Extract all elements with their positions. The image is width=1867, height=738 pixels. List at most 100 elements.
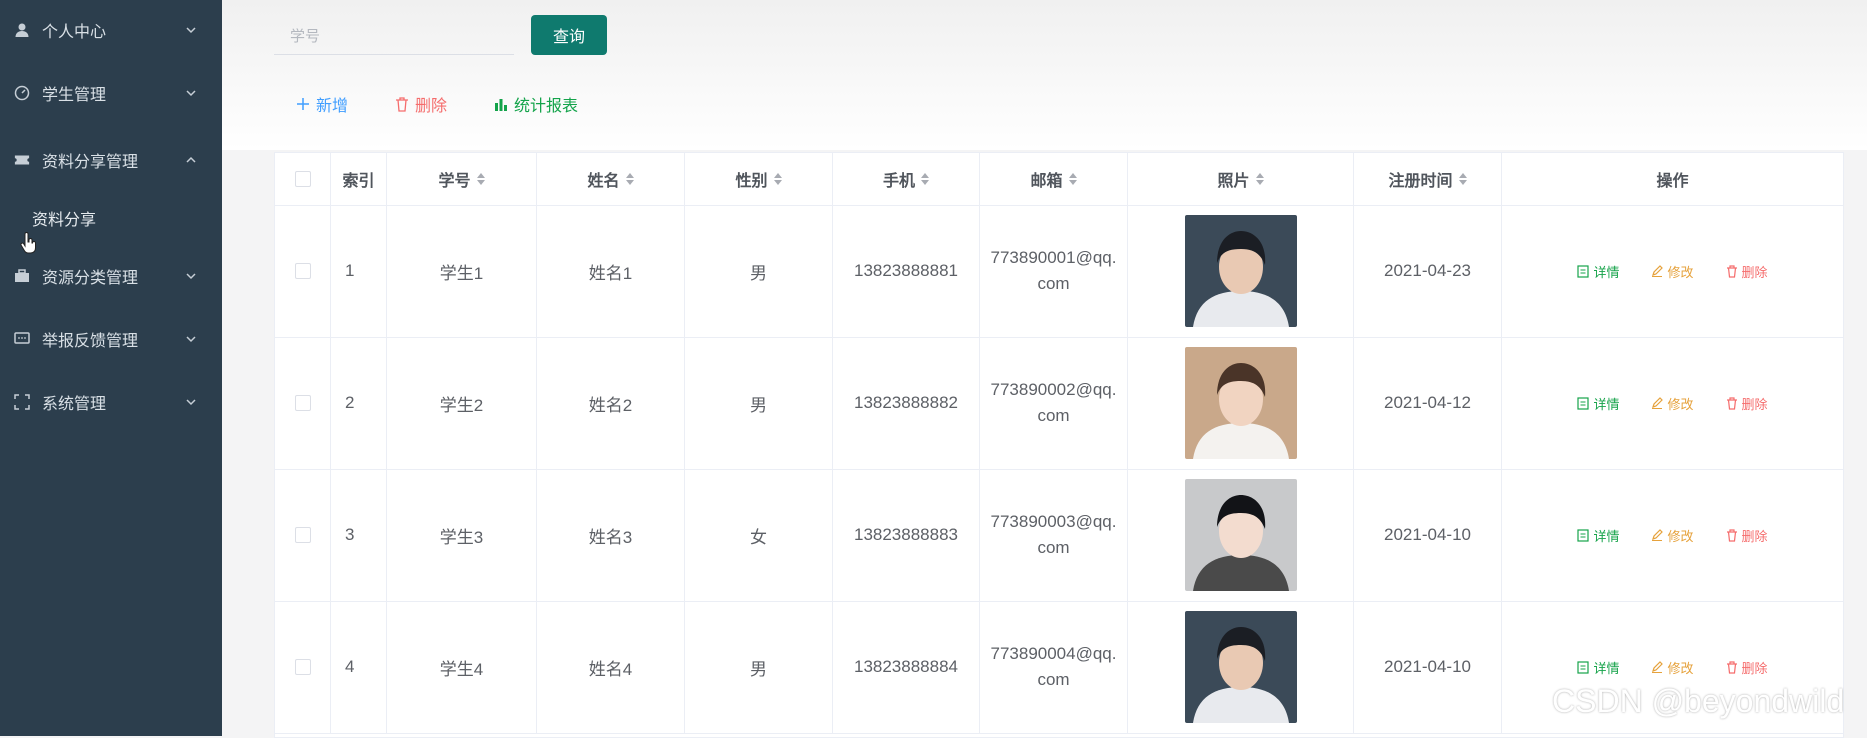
cell-email-text: 773890002@qq.com (990, 380, 1117, 425)
col-name[interactable]: 姓名 (537, 153, 685, 205)
row-checkbox[interactable] (294, 527, 311, 543)
sort-icon[interactable] (476, 173, 485, 185)
col-student-no-label: 学号 (438, 173, 471, 190)
trash-icon (1726, 660, 1737, 674)
detail-button[interactable]: 详情 (1577, 658, 1619, 677)
select-all-checkbox[interactable] (294, 171, 311, 187)
row-checkbox[interactable] (294, 659, 311, 675)
cell-student-no: 学生4 (387, 601, 537, 733)
sidebar-subitem-material-share[interactable]: 资料分享 (32, 206, 96, 230)
cell-photo (1128, 337, 1354, 469)
col-email[interactable]: 邮箱 (980, 153, 1128, 205)
cell-phone: 13823888881 (833, 205, 980, 337)
sort-icon[interactable] (1068, 173, 1077, 185)
col-gender-label: 性别 (735, 173, 768, 190)
row-select-cell (275, 601, 331, 733)
cell-student-no: 学生3 (387, 469, 537, 601)
col-name-label: 姓名 (587, 173, 620, 190)
detail-button[interactable]: 详情 (1577, 526, 1619, 545)
sort-icon[interactable] (921, 173, 929, 185)
detail-button[interactable]: 详情 (1577, 262, 1619, 281)
select-all-cell (275, 153, 331, 205)
delete-button-label: 删除 (1741, 660, 1768, 676)
delete-button[interactable]: 删除 (1726, 262, 1768, 281)
cell-gender: 男 (685, 205, 833, 337)
col-photo[interactable]: 照片 (1128, 153, 1354, 205)
col-operations-label: 操作 (1656, 173, 1689, 190)
sidebar-item-material-share-management[interactable]: 资料分享管理 (0, 138, 222, 182)
cell-name: 姓名4 (537, 601, 685, 733)
trash-icon (396, 96, 408, 112)
sort-icon[interactable] (1255, 173, 1264, 185)
sidebar-item-report-feedback-management[interactable]: 举报反馈管理 (0, 317, 222, 361)
chevron-down-icon (186, 273, 196, 280)
message-icon (14, 331, 30, 347)
edit-icon (1652, 397, 1664, 409)
cell-phone: 13823888882 (833, 337, 980, 469)
cell-email-text: 773890004@qq.com (990, 644, 1117, 689)
edit-button[interactable]: 修改 (1651, 526, 1694, 545)
row-select-cell (275, 205, 331, 337)
delete-button-label: 删除 (1741, 396, 1768, 412)
ticket-icon (14, 152, 30, 168)
batch-delete-button[interactable]: 删除 (395, 92, 447, 116)
cell-index: 3 (331, 469, 387, 601)
detail-button[interactable]: 详情 (1577, 394, 1619, 413)
delete-button[interactable]: 删除 (1726, 658, 1768, 677)
chevron-down-icon (186, 336, 196, 343)
detail-button-label: 详情 (1593, 264, 1620, 280)
edit-button[interactable]: 修改 (1651, 658, 1694, 677)
hand-cursor-icon (20, 232, 36, 254)
cell-gender: 女 (685, 469, 833, 601)
col-register-time[interactable]: 注册时间 (1354, 153, 1502, 205)
chevron-down-icon (186, 399, 196, 406)
edit-button[interactable]: 修改 (1651, 394, 1694, 413)
search-bar: 查询 新增 删除 统计报表 (222, 0, 1867, 150)
cell-student-no: 学生1 (387, 205, 537, 337)
main-content: 查询 新增 删除 统计报表 索引 学号 姓名 性别 手机 邮箱 照片 注册时间 … (222, 0, 1867, 738)
document-icon (1577, 264, 1590, 278)
student-table: 索引 学号 姓名 性别 手机 邮箱 照片 注册时间 操作 1 学生1 姓名1 男… (274, 152, 1844, 738)
cell-gender: 男 (685, 337, 833, 469)
plus-icon (297, 98, 309, 110)
col-index: 索引 (331, 153, 387, 205)
col-gender[interactable]: 性别 (685, 153, 833, 205)
detail-button-label: 详情 (1593, 528, 1620, 544)
edit-button[interactable]: 修改 (1651, 262, 1694, 281)
edit-icon (1652, 265, 1664, 277)
sort-icon[interactable] (1458, 173, 1467, 185)
col-student-no[interactable]: 学号 (387, 153, 537, 205)
cell-email-text: 773890001@qq.com (990, 248, 1117, 293)
sidebar-item-student-management[interactable]: 学生管理 (0, 71, 222, 115)
cell-register-time: 2021-04-12 (1354, 337, 1502, 469)
student-no-search-input[interactable] (274, 18, 492, 54)
row-select-cell (275, 337, 331, 469)
briefcase-icon (14, 268, 30, 284)
row-checkbox[interactable] (294, 395, 311, 411)
statistics-report-button[interactable]: 统计报表 (494, 92, 578, 116)
cell-email-text: 773890003@qq.com (990, 512, 1117, 557)
delete-button-label: 删除 (1741, 528, 1768, 544)
sort-icon[interactable] (625, 173, 634, 185)
col-operations: 操作 (1502, 153, 1843, 205)
user-icon (14, 22, 30, 38)
watermark: CSDN @beyondwild (1552, 683, 1845, 719)
delete-button[interactable]: 删除 (1726, 526, 1768, 545)
cell-photo (1128, 469, 1354, 601)
sort-icon[interactable] (773, 173, 782, 185)
sidebar-item-personal-center[interactable]: 个人中心 (0, 8, 222, 52)
row-checkbox[interactable] (294, 263, 311, 279)
bar-chart-icon (495, 99, 507, 111)
document-icon (1577, 528, 1590, 542)
sidebar-item-resource-category-management[interactable]: 资源分类管理 (0, 254, 222, 298)
query-button[interactable]: 查询 (531, 15, 607, 55)
delete-button[interactable]: 删除 (1726, 394, 1768, 413)
add-button[interactable]: 新增 (296, 92, 348, 116)
table-row: 1 学生1 姓名1 男 13823888881 773890001@qq.com… (275, 205, 1843, 338)
frame-icon (14, 394, 30, 410)
sidebar-item-system-management[interactable]: 系统管理 (0, 380, 222, 424)
cell-operations: 详情 修改 删除 (1502, 205, 1843, 337)
col-phone[interactable]: 手机 (833, 153, 980, 205)
search-box (274, 18, 557, 55)
document-icon (1577, 660, 1590, 674)
